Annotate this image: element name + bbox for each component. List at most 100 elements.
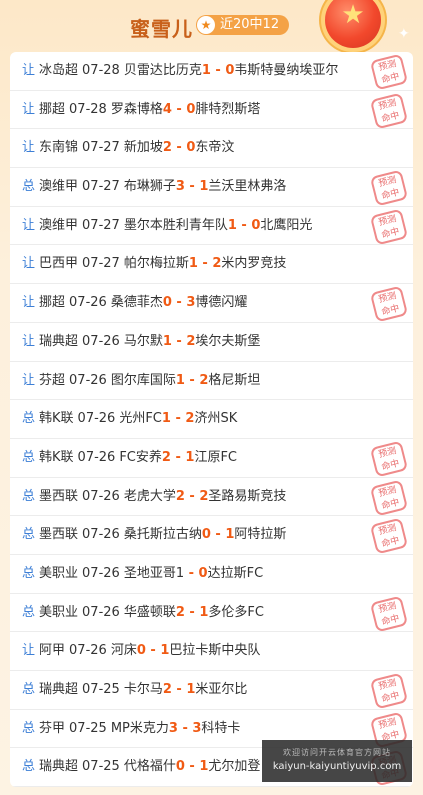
away-team: 腓特烈斯塔 — [195, 101, 261, 117]
match-row[interactable]: 总墨西联 07-26 老虎大学2 - 2圣路易斯竞技 预测 命中 — [10, 478, 413, 517]
home-team: MP米克力 — [110, 720, 169, 736]
score-separator: - — [171, 333, 187, 349]
home-score: 1 — [227, 217, 237, 233]
score-separator: - — [184, 565, 199, 581]
home-team: 罗森博格 — [110, 101, 163, 117]
away-team: 尤尔加登 — [208, 759, 261, 775]
match-date: 07-26 — [77, 411, 116, 427]
sparkle-icon: ✦ — [398, 26, 410, 42]
league-name: 冰岛超 — [39, 63, 79, 78]
away-team: 埃尔夫斯堡 — [195, 333, 261, 349]
match-row[interactable]: 让挪超 07-28 罗森博格4 - 0腓特烈斯塔 预测 命中 — [10, 91, 413, 130]
score-separator: - — [177, 720, 193, 736]
home-score: 0 — [162, 295, 172, 311]
bet-type-tag: 总 — [22, 449, 36, 465]
home-score: 3 — [175, 179, 185, 195]
league-name: 巴西甲 — [39, 256, 79, 272]
bet-type-tag: 让 — [22, 63, 36, 78]
match-date: 07-26 — [82, 604, 120, 620]
hit-stamp-icon: 预测命中 — [369, 169, 409, 206]
record-badge: ★ 近20中12 — [196, 15, 290, 35]
score-separator: - — [170, 449, 186, 465]
hit-stamp-icon: 预测命中 — [369, 672, 409, 709]
home-score: 0 — [136, 643, 146, 659]
match-date: 07-26 — [69, 372, 107, 388]
score-separator: - — [171, 101, 187, 117]
away-team: 巴拉卡斯中央队 — [169, 643, 261, 659]
match-row[interactable]: 总墨西联 07-26 桑托斯拉古纳0 - 1阿特拉斯 预测 命中 — [10, 516, 413, 555]
bet-type-tag: 让 — [22, 256, 36, 272]
match-row[interactable]: 让瑞典超 07-26 马尔默1 - 2埃尔夫斯堡 — [10, 323, 413, 362]
match-row[interactable]: 让巴西甲 07-27 帕尔梅拉斯1 - 2米内罗竞技 — [10, 245, 413, 285]
match-date: 07-27 — [82, 217, 120, 233]
match-text: 让挪超 07-26 桑德菲杰0 - 3博德闪耀 — [22, 284, 247, 322]
league-name: 芬甲 — [39, 720, 66, 736]
match-row[interactable]: 让澳维甲 07-27 墨尔本胜利青年队1 - 0北鹰阳光 预测 命中 — [10, 207, 413, 246]
match-date: 07-27 — [82, 179, 120, 195]
match-date: 07-27 — [82, 140, 120, 156]
hit-stamp-icon: 预测命中 — [369, 53, 409, 90]
league-name: 瑞典超 — [39, 759, 79, 775]
home-team: 布琳狮子 — [123, 179, 176, 195]
score-separator: - — [184, 179, 200, 195]
league-name: 阿甲 — [39, 643, 66, 659]
away-team: 米亚尔比 — [195, 682, 248, 697]
bet-type-tag: 让 — [22, 101, 36, 117]
match-date: 07-28 — [82, 63, 120, 78]
home-team: 圣地亚哥1 — [123, 565, 185, 581]
match-date: 07-25 — [69, 720, 107, 736]
home-team: 图尔库国际 — [110, 372, 176, 388]
league-name: 澳维甲 — [39, 217, 79, 233]
league-name: 瑞典超 — [39, 333, 79, 349]
match-text: 总芬甲 07-25 MP米克力3 - 3科特卡 — [22, 710, 240, 748]
bet-type-tag: 总 — [22, 759, 36, 775]
league-name: 瑞典超 — [39, 682, 79, 697]
home-score: 2 — [175, 604, 185, 620]
match-text: 总韩K联 07-26 光州FC1 - 2济州SK — [22, 400, 237, 438]
away-team: 江原FC — [194, 449, 237, 465]
away-team: 格尼斯坦 — [208, 372, 261, 388]
hit-stamp-icon: 预测命中 — [369, 92, 409, 129]
match-row[interactable]: 让东南锦 07-27 新加坡2 - 0东帝汶 — [10, 129, 413, 169]
score-separator: - — [210, 63, 226, 78]
match-text: 让挪超 07-28 罗森博格4 - 0腓特烈斯塔 — [22, 91, 260, 129]
home-score: 1 — [162, 333, 172, 349]
match-date: 07-26 — [77, 449, 116, 465]
score-separator: - — [197, 256, 213, 272]
match-date: 07-25 — [82, 759, 120, 775]
away-team: 多伦多FC — [208, 604, 264, 620]
hit-stamp-icon: 预测命中 — [369, 440, 409, 477]
match-date: 07-26 — [69, 643, 107, 659]
match-row[interactable]: 总韩K联 07-26 FC安养2 - 1江原FC 预测 命中 — [10, 439, 413, 478]
match-row[interactable]: 让冰岛超 07-28 贝雷达比历克1 - 0韦斯特曼纳埃亚尔 预测 命中 — [10, 52, 413, 91]
watermark: 欢迎访问开云体育官方网站 kaiyun-kaiyuntiyuvip.com — [262, 740, 412, 782]
home-score: 1 — [161, 411, 171, 427]
home-team: 帕尔梅拉斯 — [123, 256, 189, 272]
header: 蜜雪儿 ★ 近20中12 ★ ✦ — [0, 0, 423, 50]
match-row[interactable]: 总韩K联 07-26 光州FC1 - 2济州SK — [10, 400, 413, 439]
away-team: 韦斯特曼纳埃亚尔 — [234, 63, 339, 78]
home-team: 光州FC — [119, 411, 162, 427]
score-separator: - — [184, 488, 200, 504]
match-row[interactable]: 让挪超 07-26 桑德菲杰0 - 3博德闪耀 预测 命中 — [10, 284, 413, 323]
match-row[interactable]: 总美职业 07-26 圣地亚哥1 - 0达拉斯FC — [10, 555, 413, 594]
match-text: 让阿甲 07-26 河床0 - 1巴拉卡斯中央队 — [22, 632, 260, 670]
bet-type-tag: 让 — [22, 333, 36, 349]
match-row[interactable]: 总美职业 07-26 华盛顿联2 - 1多伦多FC 预测 命中 — [10, 594, 413, 633]
match-row[interactable]: 总澳维甲 07-27 布琳狮子3 - 1兰沃里林弗洛 预测 命中 — [10, 168, 413, 207]
home-team: 马尔默 — [123, 333, 163, 349]
league-name: 美职业 — [39, 565, 79, 581]
hit-stamp-icon: 预测命中 — [369, 479, 409, 516]
medal-star-icon: ★ — [341, 0, 365, 30]
match-text: 总墨西联 07-26 桑托斯拉古纳0 - 1阿特拉斯 — [22, 516, 286, 554]
home-team: 新加坡 — [123, 140, 163, 156]
match-row[interactable]: 让阿甲 07-26 河床0 - 1巴拉卡斯中央队 — [10, 632, 413, 671]
score-separator: - — [210, 527, 226, 543]
bet-type-tag: 让 — [22, 295, 36, 311]
home-score: 1 — [201, 63, 211, 78]
match-row[interactable]: 总瑞典超 07-25 卡尔马2 - 1米亚尔比 预测 命中 — [10, 671, 413, 710]
expert-name[interactable]: 蜜雪儿 — [130, 13, 193, 42]
medal-icon: ★ — [325, 0, 381, 48]
league-name: 韩K联 — [39, 449, 74, 465]
match-row[interactable]: 让芬超 07-26 图尔库国际1 - 2格尼斯坦 — [10, 362, 413, 401]
